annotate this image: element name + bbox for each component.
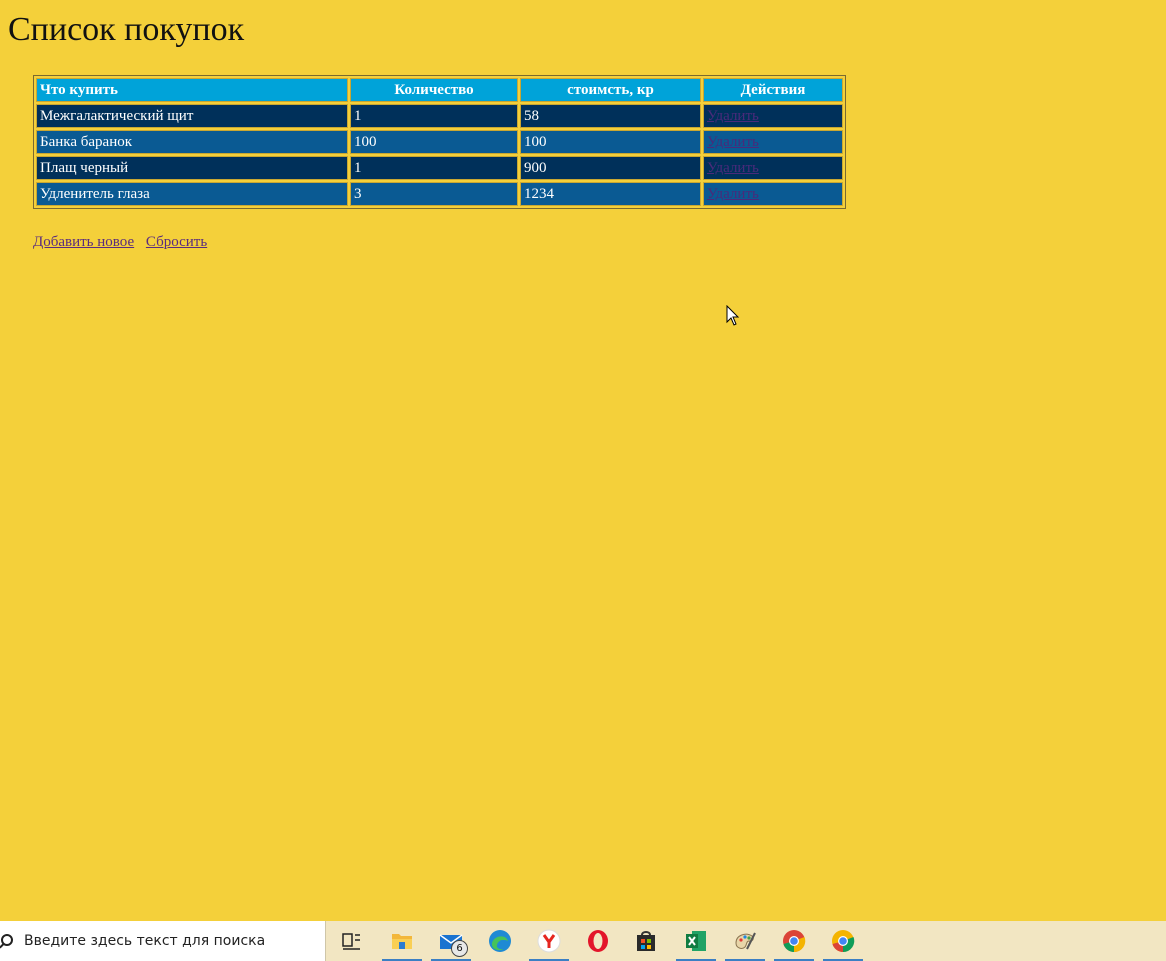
cell-cost: 1234 xyxy=(520,182,701,206)
search-placeholder: Введите здесь текст для поиска xyxy=(24,933,266,949)
cell-actions: Удалить xyxy=(703,130,843,154)
file-explorer-icon[interactable] xyxy=(382,921,422,961)
table-header-row: Что купить Количество стоимсть, кр Дейст… xyxy=(36,78,843,102)
table-row: Межгалактический щит 1 58 Удалить xyxy=(36,104,843,128)
action-links: Добавить новое Сбросить xyxy=(33,234,215,251)
delete-link[interactable]: Удалить xyxy=(707,108,759,124)
mail-icon[interactable]: 6 xyxy=(431,921,471,961)
delete-link[interactable]: Удалить xyxy=(707,186,759,202)
table-row: Банка баранок 100 100 Удалить xyxy=(36,130,843,154)
cell-qty: 100 xyxy=(350,130,518,154)
delete-link[interactable]: Удалить xyxy=(707,134,759,150)
cell-item: Плащ черный xyxy=(36,156,348,180)
add-new-link[interactable]: Добавить новое xyxy=(33,234,134,250)
delete-link[interactable]: Удалить xyxy=(707,160,759,176)
cell-item: Межгалактический щит xyxy=(36,104,348,128)
page: Список покупок Что купить Количество сто… xyxy=(0,0,1166,961)
column-header-qty: Количество xyxy=(350,78,518,102)
excel-icon[interactable] xyxy=(676,921,716,961)
reset-link[interactable]: Сбросить xyxy=(146,234,207,250)
column-header-item: Что купить xyxy=(36,78,348,102)
chrome-canary-icon[interactable] xyxy=(823,921,863,961)
chrome-icon[interactable] xyxy=(774,921,814,961)
cell-qty: 1 xyxy=(350,156,518,180)
yandex-browser-icon[interactable] xyxy=(529,921,569,961)
page-title: Список покупок xyxy=(8,11,245,48)
column-header-actions: Действия xyxy=(703,78,843,102)
edge-icon[interactable] xyxy=(480,921,520,961)
column-header-cost: стоимсть, кр xyxy=(520,78,701,102)
task-view-icon[interactable] xyxy=(331,921,371,961)
cell-item: Удленитель глаза xyxy=(36,182,348,206)
paint-icon[interactable] xyxy=(725,921,765,961)
taskbar-search-box[interactable]: Введите здесь текст для поиска xyxy=(0,921,326,961)
cell-cost: 100 xyxy=(520,130,701,154)
cell-cost: 58 xyxy=(520,104,701,128)
table-row: Удленитель глаза 3 1234 Удалить xyxy=(36,182,843,206)
cell-qty: 1 xyxy=(350,104,518,128)
cell-actions: Удалить xyxy=(703,182,843,206)
search-icon xyxy=(0,921,24,961)
cell-actions: Удалить xyxy=(703,156,843,180)
mouse-cursor-icon xyxy=(726,305,740,326)
table-row: Плащ черный 1 900 Удалить xyxy=(36,156,843,180)
cell-qty: 3 xyxy=(350,182,518,206)
shopping-table: Что купить Количество стоимсть, кр Дейст… xyxy=(33,75,846,209)
mail-badge: 6 xyxy=(451,940,468,957)
cell-cost: 900 xyxy=(520,156,701,180)
store-icon[interactable] xyxy=(626,921,666,961)
cell-actions: Удалить xyxy=(703,104,843,128)
cell-item: Банка баранок xyxy=(36,130,348,154)
opera-icon[interactable] xyxy=(578,921,618,961)
